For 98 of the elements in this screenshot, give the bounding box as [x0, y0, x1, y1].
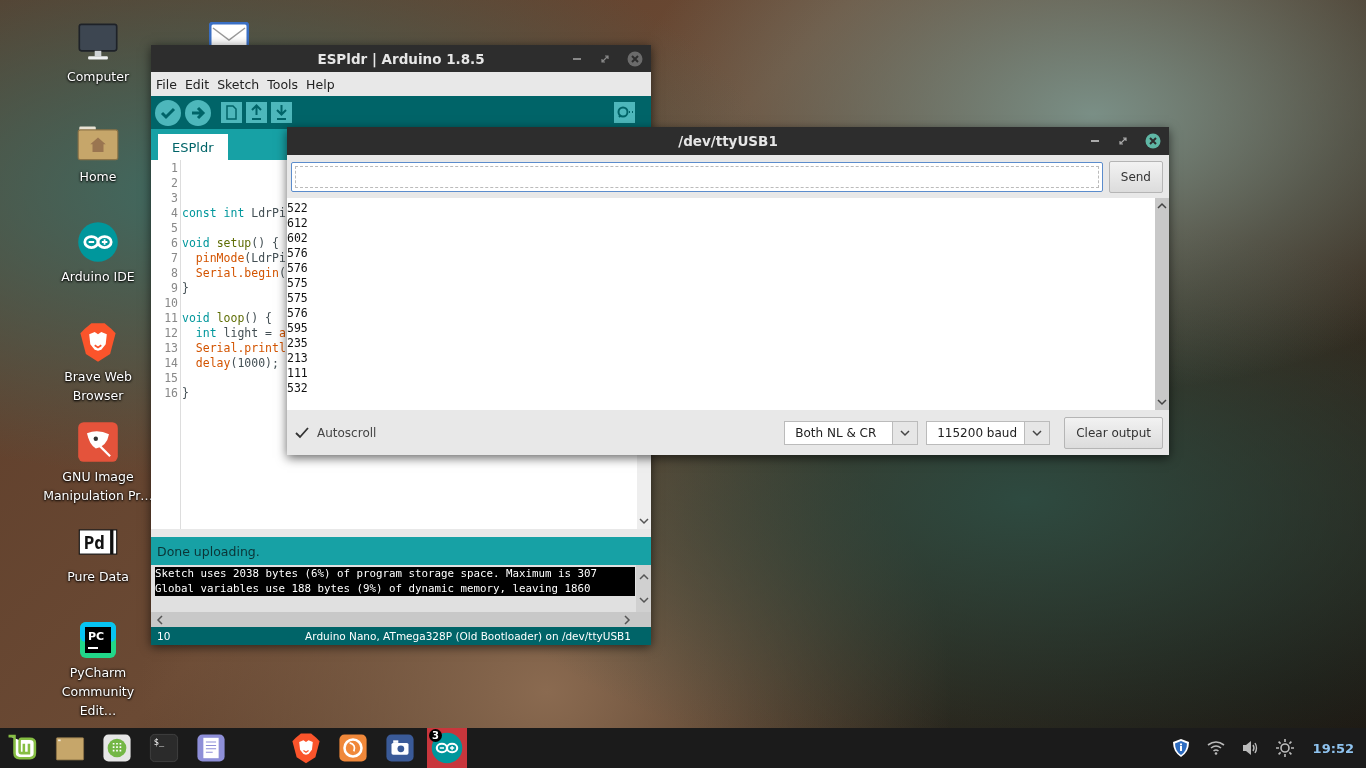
menu-item[interactable]: Tools — [267, 76, 299, 92]
chevron-right-icon[interactable] — [623, 614, 631, 625]
shield-icon[interactable] — [1170, 738, 1191, 758]
menu-item[interactable]: Sketch — [217, 76, 260, 92]
taskbar-button[interactable]: 3 — [427, 728, 467, 768]
desktop-icon-label[interactable]: Pure Data — [43, 567, 153, 586]
infinity-logo-icon — [430, 731, 464, 765]
desktop-icon-label[interactable]: Home — [43, 167, 153, 186]
output-line: 576 — [287, 246, 309, 261]
status-message: Done uploading. — [157, 543, 260, 559]
menu-item[interactable]: File — [156, 76, 177, 92]
output-line: 532 — [287, 381, 309, 396]
line-ending-dropdown[interactable]: Both NL & CR — [784, 420, 919, 445]
code-line: const int LdrPi — [182, 206, 286, 220]
output-line: 575 — [287, 291, 309, 306]
sketch-tab[interactable]: ESPldr — [158, 134, 228, 160]
upload-arrow-up-icon[interactable] — [246, 102, 267, 123]
checkmark-icon[interactable] — [295, 426, 309, 439]
chevron-down-icon[interactable] — [639, 517, 649, 525]
volume-icon[interactable] — [1240, 740, 1259, 756]
close-icon[interactable] — [1145, 133, 1161, 149]
line-number: 11 — [164, 311, 178, 326]
window-title: /dev/ttyUSB1 — [678, 133, 778, 149]
clear-output-button[interactable]: Clear output — [1064, 416, 1163, 449]
restore-icon[interactable] — [1117, 135, 1129, 147]
app-grid-icon — [100, 731, 134, 765]
line-number: 1 — [171, 161, 178, 176]
output-line: 576 — [287, 306, 309, 321]
chevron-left-icon[interactable] — [156, 614, 164, 625]
code-line: void setup() { — [182, 236, 279, 250]
line-indicator: 10 — [157, 630, 171, 642]
envelope-icon[interactable] — [209, 22, 249, 46]
chevron-down-icon — [1032, 428, 1043, 437]
document-icon — [194, 731, 228, 765]
line-number: 2 — [171, 176, 178, 191]
restore-icon[interactable] — [599, 52, 611, 65]
line-number: 6 — [171, 236, 178, 251]
code-line: delay(1000); — [195, 356, 279, 370]
line-number: 14 — [164, 356, 178, 371]
code-line: void loop() { — [182, 311, 273, 325]
desktop-icon-label[interactable]: Arduino IDE — [43, 267, 153, 286]
verify-check-icon[interactable] — [155, 99, 181, 126]
line-number: 16 — [164, 386, 178, 401]
code-line: int light = a — [195, 326, 286, 340]
chevron-down-icon[interactable] — [638, 596, 649, 605]
chevron-down-icon[interactable] — [1157, 398, 1167, 406]
message-input-field[interactable] — [291, 161, 1103, 192]
output-line: 595 — [287, 321, 309, 336]
code-line: Serial.printl — [195, 341, 286, 355]
chevron-up-icon[interactable] — [1157, 202, 1167, 210]
code-line: } — [182, 281, 189, 295]
output-line: 576 — [287, 261, 309, 276]
lion-icon — [289, 731, 323, 765]
output-line: 235 — [287, 336, 309, 351]
console-line: Global variables use 188 bytes (9%) of dynamic memory, leaving 1860 — [155, 581, 592, 596]
window-title: ESPldr | Arduino 1.8.5 — [317, 50, 485, 67]
output-line: 612 — [287, 216, 309, 231]
window-count-badge: 3 — [429, 729, 442, 742]
line-number: 12 — [164, 326, 178, 341]
line-number: 8 — [171, 266, 178, 281]
code-line: pinMode(LdrPi — [195, 251, 286, 265]
camera-icon — [383, 731, 417, 765]
output-line: 575 — [287, 276, 309, 291]
line-number: 10 — [164, 296, 178, 311]
line-number: 5 — [171, 221, 178, 236]
autoscroll-label[interactable]: Autoscroll — [317, 425, 377, 440]
line-number: 4 — [171, 206, 178, 221]
scrollbar[interactable] — [1155, 198, 1169, 410]
output-line: 522 — [287, 201, 309, 216]
line-number: 13 — [164, 341, 178, 356]
code-line: } — [182, 386, 189, 400]
output-line: 213 — [287, 351, 309, 366]
send-button[interactable]: Send — [1108, 160, 1163, 193]
magnifier-icon[interactable] — [614, 102, 635, 123]
line-number: 15 — [164, 371, 178, 386]
board-info: Arduino Nano, ATmega328P (Old Bootloader) on /dev/ttyUSB1 — [305, 630, 631, 642]
desktop-icon-label[interactable]: Brave Web Browser — [43, 367, 153, 405]
infinity-logo-icon[interactable] — [76, 220, 120, 264]
wifi-icon[interactable] — [1206, 741, 1225, 755]
code-line: Serial.begin( — [195, 266, 286, 280]
line-number: 3 — [171, 191, 178, 206]
menu-item[interactable]: Help — [306, 76, 335, 92]
desktop-icon-label[interactable]: PyCharm Community Edit… — [43, 663, 153, 720]
chevron-down-icon — [900, 428, 911, 437]
menu-item[interactable]: Edit — [184, 76, 210, 92]
line-number: 9 — [171, 281, 178, 296]
desktop-icon-label[interactable]: GNU Image Manipulation Pr… — [43, 467, 153, 505]
close-icon[interactable] — [627, 50, 643, 67]
desktop-icon-label[interactable]: Computer — [43, 67, 153, 86]
console-line: Sketch uses 2038 bytes (6%) of program storage space. Maximum is 307 — [155, 567, 599, 582]
chevron-up-icon[interactable] — [638, 572, 649, 581]
output-line: 111 — [287, 366, 309, 381]
line-number: 7 — [171, 251, 178, 266]
baud-rate-dropdown[interactable]: 115200 baud — [926, 420, 1051, 445]
output-line: 602 — [287, 231, 309, 246]
clock[interactable]: 19:52 — [1312, 740, 1354, 756]
horizontal-scrollbar[interactable] — [151, 612, 651, 627]
brightness-icon[interactable] — [1274, 738, 1295, 758]
